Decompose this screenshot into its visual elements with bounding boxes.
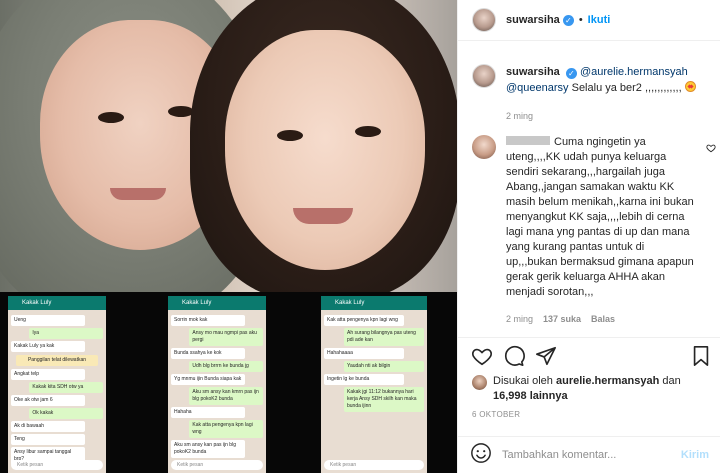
heart-icon (472, 348, 492, 365)
mention-link[interactable]: @aurelie.hermansyah (580, 66, 688, 78)
comment-text: Cuma ngingetin ya uteng,,,,KK udah punya… (506, 136, 694, 298)
post-media[interactable]: Kakak Luly Ueng Iya Kakak Luly ya kak Pangg… (0, 0, 457, 473)
liker-username[interactable]: aurelie.hermansyah (556, 375, 659, 387)
chat-screenshot-3: Kakak Luly Kak atta pengenya kpn lagi wn… (321, 296, 427, 473)
chat-bubble: Bunda ssahya ke kok (171, 348, 245, 359)
post-photo (0, 0, 457, 292)
bookmark-icon (693, 345, 709, 366)
comment-icon (504, 345, 525, 366)
comment-body: Cuma ngingetin ya uteng,,,,KK udah punya… (506, 135, 696, 324)
verified-badge-icon: ✓ (562, 14, 574, 26)
chat-bubble: Hahahaaaa (324, 348, 404, 359)
avatar[interactable] (472, 135, 496, 159)
chat-messages: Sorrin mok kak Ansy mo mau ngmpi pas aku … (168, 310, 266, 463)
chat-bubble: Sorrin mok kak (171, 315, 245, 326)
comment-meta: 2 ming 137 suka Balas (506, 314, 696, 324)
redacted-username (506, 136, 550, 145)
chat-contact: Kakak Luly (321, 296, 427, 310)
chat-bubble: Aku sm ansy kan kmrn pas ijn blg pokoK2 … (189, 387, 263, 405)
post-date[interactable]: 6 OKTOBER (472, 410, 520, 419)
chat-bubble: Panggilan telat dilewatkan (15, 355, 99, 366)
caption-text: suwarsiha ✓ @aurelie.hermansyah @queenar… (506, 64, 708, 124)
chat-bubble: Kakak kita SDH otw ya (29, 382, 103, 393)
girl-face (225, 30, 425, 270)
follow-button[interactable]: Ikuti (588, 14, 611, 26)
liked-by: Disukai oleh aurelie.hermansyah dan 16,9… (472, 374, 712, 404)
heart-eyes-emoji-icon (684, 81, 696, 92)
chat-bubble: Kak atta pengenya kpn lagi wng (324, 315, 404, 326)
like-comment-icon[interactable] (706, 143, 716, 155)
chat-input: Ketik pesan (324, 460, 424, 470)
caption-body: Selalu ya ber2 ,,,,,,,,,,,, (568, 82, 682, 94)
chat-bubble: Ah surang bilangnya pas uteng pdi ade ka… (344, 328, 424, 346)
post-comment-button[interactable]: Kirim (681, 449, 709, 461)
username-link[interactable]: suwarsiha (506, 14, 560, 26)
eye (355, 126, 381, 137)
liked-by-prefix: Disukai oleh (493, 375, 556, 387)
chat-bubble: Ueng (11, 315, 85, 326)
comment-input[interactable] (502, 449, 681, 461)
emoji-icon[interactable] (470, 442, 492, 469)
chat-bubble: Kak atta pengenya kpn lagi wng (189, 420, 263, 438)
avatar[interactable] (472, 64, 496, 88)
comment-item: Cuma ngingetin ya uteng,,,,KK udah punya… (472, 135, 716, 324)
share-button[interactable] (534, 344, 558, 368)
like-button[interactable] (470, 344, 494, 368)
mention-link[interactable]: @queenarsy (506, 82, 569, 94)
chat-bubble: Kakak Luly ya kak (11, 341, 85, 352)
chat-contact: Kakak Luly (8, 296, 106, 310)
chat-bubble: Ok kakak (29, 408, 103, 419)
avatar[interactable] (472, 8, 496, 32)
chat-screenshots: Kakak Luly Ueng Iya Kakak Luly ya kak Pangg… (0, 292, 457, 473)
chat-bubble: Iya (29, 328, 103, 339)
chat-bubble: Teng (11, 434, 85, 445)
chat-input: Ketik pesan (171, 460, 263, 470)
eye (277, 130, 303, 141)
chat-bubble: Ansy mo mau ngmpi pas aku pergi (189, 328, 263, 346)
chat-bubble: Oke ak otw jam 6 (11, 395, 85, 406)
chat-bubble: Hahaha (171, 407, 245, 418)
chat-bubble: Udh blg brrrn ke bunda jg (189, 361, 263, 372)
chat-bubble: Ak di bawaah (11, 421, 85, 432)
chat-messages: Kak atta pengenya kpn lagi wng Ah surang … (321, 310, 427, 417)
chat-bubble: Yaudah nti ak bilgin (344, 361, 424, 372)
liker-avatar[interactable] (472, 375, 487, 390)
comment-likes[interactable]: 137 suka (543, 314, 581, 324)
liked-by-text: Disukai oleh aurelie.hermansyah dan 16,9… (493, 374, 712, 404)
chat-bubble: Aku sm ansy kan pas ijn blg pokoK2 bunda (171, 440, 245, 458)
chat-messages: Ueng Iya Kakak Luly ya kak Panggilan telat … (8, 310, 106, 470)
mouth (110, 188, 166, 200)
eye (98, 112, 124, 123)
comment-time[interactable]: 2 ming (506, 314, 533, 324)
send-icon (536, 346, 556, 365)
chat-screenshot-2: Kakak Luly Sorrin mok kak Ansy mo mau ngm… (168, 296, 266, 473)
chat-bubble: Ingetin lg ke bunda (324, 374, 404, 385)
action-bar (458, 337, 720, 373)
save-button[interactable] (689, 344, 713, 368)
liked-by-middle: dan (659, 375, 681, 387)
chat-bubble: Angkat telp (11, 369, 85, 380)
add-comment-bar: Kirim (458, 436, 720, 473)
chat-input: Ketik pesan (11, 460, 103, 470)
chat-contact: Kakak Luly (168, 296, 266, 310)
caption-time[interactable]: 2 ming (506, 108, 708, 124)
mouth (293, 208, 353, 224)
verified-badge-icon: ✓ (565, 68, 577, 79)
comment-text-wrap: Cuma ngingetin ya uteng,,,,KK udah punya… (506, 135, 696, 300)
chat-bubble: Yg mnmu ijin Bunda siapa kak (171, 374, 245, 385)
chat-screenshot-1: Kakak Luly Ueng Iya Kakak Luly ya kak Pangg… (8, 296, 106, 473)
post-sidebar: suwarsiha ✓ • Ikuti suwarsiha ✓ @aurelie… (457, 0, 720, 473)
likes-count[interactable]: 16,998 lainnya (493, 390, 568, 402)
chat-bubble: Kakak jgi 11:12 bukannya hari kerja Ansy… (344, 387, 424, 412)
reply-button[interactable]: Balas (591, 314, 615, 324)
post-caption: suwarsiha ✓ @aurelie.hermansyah @queenar… (472, 64, 708, 124)
comment-button[interactable] (502, 344, 526, 368)
separator-dot: • (578, 14, 583, 26)
caption-username[interactable]: suwarsiha (506, 66, 560, 78)
post-header: suwarsiha ✓ • Ikuti (458, 0, 720, 41)
